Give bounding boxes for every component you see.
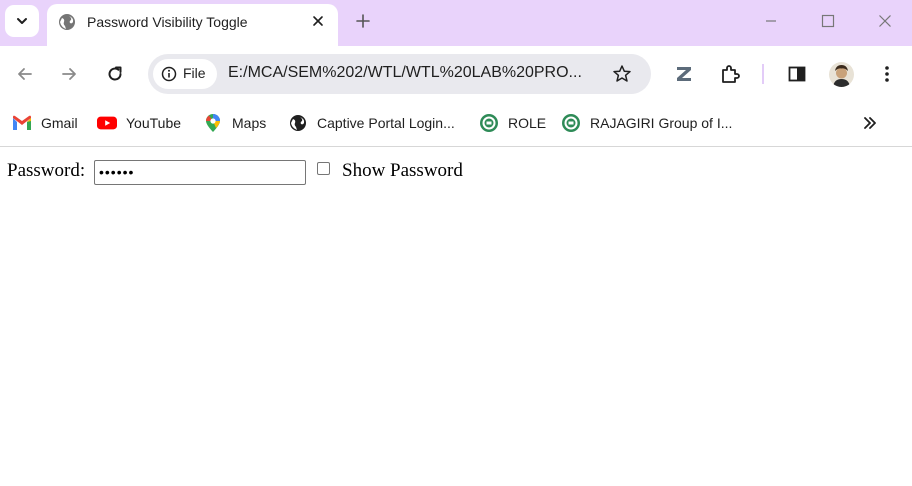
new-tab-button[interactable]	[351, 9, 375, 33]
bookmark-gmail[interactable]: Gmail	[12, 111, 78, 135]
bookmark-label: ROLE	[508, 115, 547, 131]
close-icon	[313, 16, 323, 26]
reload-icon	[108, 66, 122, 81]
page-content: Password: •••••• Show Password	[0, 147, 912, 486]
side-panel-icon	[788, 66, 806, 82]
rajagiri-icon	[479, 113, 499, 133]
browser-toolbar: File E:/MCA/SEM%202/WTL/WTL%20LAB%20PRO.…	[0, 46, 912, 102]
browser-menu-button[interactable]	[873, 60, 901, 88]
tab-close-button[interactable]	[307, 10, 329, 32]
zotero-icon	[677, 67, 691, 81]
maximize-icon	[821, 14, 835, 28]
close-window-button[interactable]	[870, 8, 900, 34]
plus-icon	[356, 14, 370, 28]
active-tab[interactable]: Password Visibility Toggle	[47, 4, 338, 46]
zotero-extension-button[interactable]	[670, 60, 698, 88]
double-chevron-right-icon	[864, 117, 876, 129]
gmail-icon	[12, 113, 32, 133]
bookmarks-bar: Gmail YouTube Maps Captive Portal Login.…	[0, 102, 912, 147]
bookmark-label: Captive Portal Login...	[317, 115, 455, 131]
site-info-chip[interactable]: File	[153, 59, 217, 89]
more-bookmarks-button[interactable]	[858, 111, 882, 135]
forward-button[interactable]	[55, 60, 83, 88]
maximize-button[interactable]	[813, 8, 843, 34]
profile-avatar[interactable]	[829, 62, 854, 87]
site-chip-label: File	[183, 65, 206, 81]
extensions-button[interactable]	[716, 60, 744, 88]
bookmark-label: YouTube	[126, 115, 182, 131]
youtube-icon	[97, 113, 117, 133]
bookmark-role[interactable]: ROLE	[479, 111, 546, 135]
bookmark-star-button[interactable]	[610, 62, 634, 86]
tab-search-button[interactable]	[5, 5, 39, 37]
bookmark-label: RAJAGIRI Group of I...	[590, 115, 733, 131]
close-icon	[879, 15, 891, 27]
arrow-left-icon	[18, 68, 32, 80]
toolbar-divider	[762, 64, 764, 84]
maps-icon	[203, 113, 223, 133]
reload-button[interactable]	[101, 60, 129, 88]
chevron-down-icon	[17, 18, 27, 24]
bookmark-label: Maps	[232, 115, 267, 131]
back-button[interactable]	[11, 60, 39, 88]
bookmark-youtube[interactable]: YouTube	[97, 111, 181, 135]
more-vertical-icon	[885, 66, 889, 82]
bookmark-maps[interactable]: Maps	[203, 111, 266, 135]
minimize-button[interactable]	[756, 8, 786, 34]
globe-icon	[288, 113, 308, 133]
url-text[interactable]: E:/MCA/SEM%202/WTL/WTL%20LAB%20PRO...	[228, 64, 582, 82]
address-bar[interactable]: File E:/MCA/SEM%202/WTL/WTL%20LAB%20PRO.…	[148, 54, 651, 94]
info-icon	[161, 66, 177, 82]
password-label: Password:	[7, 160, 86, 181]
rajagiri-icon	[561, 113, 581, 133]
password-input[interactable]: ••••••	[94, 160, 306, 185]
show-password-label[interactable]: Show Password	[342, 160, 463, 182]
star-icon	[613, 65, 631, 82]
minimize-icon	[766, 20, 776, 22]
title-bar: Password Visibility Toggle	[0, 0, 912, 46]
side-panel-button[interactable]	[783, 60, 811, 88]
globe-icon	[59, 14, 75, 30]
avatar-icon	[829, 62, 854, 87]
show-password-checkbox[interactable]	[317, 162, 330, 175]
puzzle-icon	[722, 65, 740, 83]
arrow-right-icon	[62, 68, 76, 80]
bookmark-captive-portal[interactable]: Captive Portal Login...	[288, 111, 455, 135]
bookmark-label: Gmail	[41, 115, 78, 131]
bookmark-rajagiri[interactable]: RAJAGIRI Group of I...	[561, 111, 732, 135]
tab-title: Password Visibility Toggle	[87, 14, 248, 30]
